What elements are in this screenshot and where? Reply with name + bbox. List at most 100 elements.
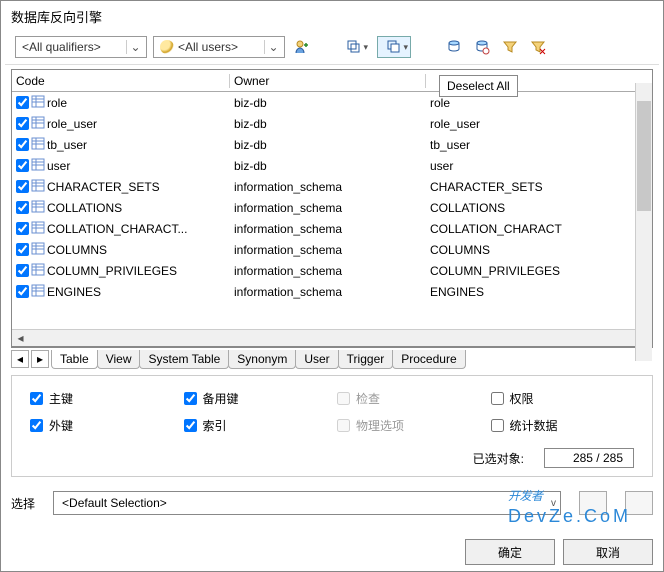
col-owner[interactable]: Owner: [230, 74, 426, 88]
row-owner: biz-db: [230, 117, 426, 131]
selection-btn-1[interactable]: [579, 491, 607, 515]
tool-button-2[interactable]: [471, 36, 493, 58]
qualifiers-dropdown[interactable]: <All qualifiers> ⌄: [15, 36, 147, 58]
count-value: 285 / 285: [544, 448, 634, 468]
table-row[interactable]: tb_userbiz-dbtb_user: [12, 134, 652, 155]
table-row[interactable]: COLLATIONSinformation_schemaCOLLATIONS: [12, 197, 652, 218]
row-checkbox[interactable]: [16, 222, 29, 235]
option-idx-checkbox[interactable]: [184, 419, 197, 432]
table-icon: [31, 94, 45, 111]
tab-system-table[interactable]: System Table: [139, 350, 229, 369]
row-code: COLLATION_CHARACT...: [47, 222, 187, 236]
option-idx[interactable]: 索引: [184, 417, 328, 434]
table-row[interactable]: rolebiz-dbrole: [12, 92, 652, 113]
table-icon: [31, 157, 45, 174]
row-checkbox[interactable]: [16, 243, 29, 256]
filter-clear-button[interactable]: [527, 36, 549, 58]
row-nm: COLLATIONS: [426, 201, 652, 215]
row-nm: role: [426, 96, 652, 110]
row-owner: information_schema: [230, 222, 426, 236]
cancel-button[interactable]: 取消: [563, 539, 653, 565]
dialog-footer: 确定 取消: [11, 539, 653, 565]
table-row[interactable]: COLUMNSinformation_schemaCOLUMNS: [12, 239, 652, 260]
horizontal-scrollbar[interactable]: ◂ ▸: [12, 329, 652, 346]
table-row[interactable]: ENGINESinformation_schemaENGINES: [12, 281, 652, 302]
deselect-all-icon: [386, 39, 402, 55]
table-icon: [31, 262, 45, 279]
table-row[interactable]: COLUMN_PRIVILEGESinformation_schemaCOLUM…: [12, 260, 652, 281]
row-owner: information_schema: [230, 180, 426, 194]
option-stat-label: 统计数据: [510, 417, 558, 434]
options-panel: 主键 备用键 检查 权限 外键 索引 物理选项 统计数据 已选对象: 285 /…: [11, 375, 653, 477]
option-stat-checkbox[interactable]: [491, 419, 504, 432]
row-checkbox[interactable]: [16, 138, 29, 151]
table-row[interactable]: role_userbiz-dbrole_user: [12, 113, 652, 134]
scroll-left-icon[interactable]: ◂: [12, 330, 29, 347]
row-code: CHARACTER_SETS: [47, 180, 160, 194]
qualifiers-text: <All qualifiers>: [22, 40, 122, 54]
row-checkbox[interactable]: [16, 117, 29, 130]
tabs-prev[interactable]: ◂: [11, 350, 29, 368]
col-code[interactable]: Code: [12, 74, 230, 88]
row-checkbox[interactable]: [16, 264, 29, 277]
dialog-title: 数据库反向引擎: [1, 1, 663, 32]
tab-procedure[interactable]: Procedure: [392, 350, 465, 369]
object-table: Code Owner rolebiz-dbrolerole_userbiz-db…: [11, 69, 653, 347]
option-ak-label: 备用键: [203, 390, 239, 407]
option-stat[interactable]: 统计数据: [491, 417, 635, 434]
row-nm: COLUMNS: [426, 243, 652, 257]
funnel-icon: [502, 39, 518, 55]
tabs-next[interactable]: ▸: [31, 350, 49, 368]
deselect-all-button[interactable]: [377, 36, 411, 58]
row-code: COLLATIONS: [47, 201, 122, 215]
row-checkbox[interactable]: [16, 201, 29, 214]
table-row[interactable]: userbiz-dbuser: [12, 155, 652, 176]
tab-user[interactable]: User: [295, 350, 338, 369]
tab-table[interactable]: Table: [51, 350, 98, 369]
row-code: COLUMNS: [47, 243, 107, 257]
option-ak-checkbox[interactable]: [184, 392, 197, 405]
tab-view[interactable]: View: [97, 350, 141, 369]
funnel-clear-icon: [530, 39, 546, 55]
category-tabs: ◂ ▸ TableViewSystem TableSynonymUserTrig…: [11, 347, 653, 369]
table-row[interactable]: CHARACTER_SETSinformation_schemaCHARACTE…: [12, 176, 652, 197]
option-idx-label: 索引: [203, 417, 227, 434]
option-perm[interactable]: 权限: [491, 390, 635, 407]
table-icon: [31, 115, 45, 132]
select-all-button[interactable]: [337, 36, 371, 58]
db-refresh-icon: [474, 39, 490, 55]
row-checkbox[interactable]: [16, 96, 29, 109]
selection-btn-2[interactable]: [625, 491, 653, 515]
ok-button[interactable]: 确定: [465, 539, 555, 565]
row-owner: information_schema: [230, 201, 426, 215]
option-pk-checkbox[interactable]: [30, 392, 43, 405]
chevron-down-icon: ⌄: [126, 40, 144, 54]
user-icon: [294, 39, 310, 55]
option-phys-checkbox: [337, 419, 350, 432]
row-nm: COLUMN_PRIVILEGES: [426, 264, 652, 278]
table-icon: [31, 199, 45, 216]
row-owner: biz-db: [230, 138, 426, 152]
option-ak[interactable]: 备用键: [184, 390, 328, 407]
row-checkbox[interactable]: [16, 159, 29, 172]
row-code: ENGINES: [47, 285, 101, 299]
tool-button-1[interactable]: [443, 36, 465, 58]
option-fk-checkbox[interactable]: [30, 419, 43, 432]
user-add-button[interactable]: [291, 36, 313, 58]
table-row[interactable]: COLLATION_CHARACT...information_schemaCO…: [12, 218, 652, 239]
row-nm: CHARACTER_SETS: [426, 180, 652, 194]
users-dropdown[interactable]: <All users> ⌄: [153, 36, 285, 58]
row-checkbox[interactable]: [16, 285, 29, 298]
option-pk[interactable]: 主键: [30, 390, 174, 407]
filter-button[interactable]: [499, 36, 521, 58]
vertical-scrollbar[interactable]: [635, 83, 652, 361]
option-pk-label: 主键: [49, 390, 73, 407]
tab-synonym[interactable]: Synonym: [228, 350, 296, 369]
option-perm-checkbox[interactable]: [491, 392, 504, 405]
row-owner: information_schema: [230, 264, 426, 278]
option-fk[interactable]: 外键: [30, 417, 174, 434]
selection-dropdown[interactable]: <Default Selection>: [53, 491, 561, 515]
tab-trigger[interactable]: Trigger: [338, 350, 394, 369]
row-checkbox[interactable]: [16, 180, 29, 193]
chevron-down-icon: ⌄: [264, 40, 282, 54]
